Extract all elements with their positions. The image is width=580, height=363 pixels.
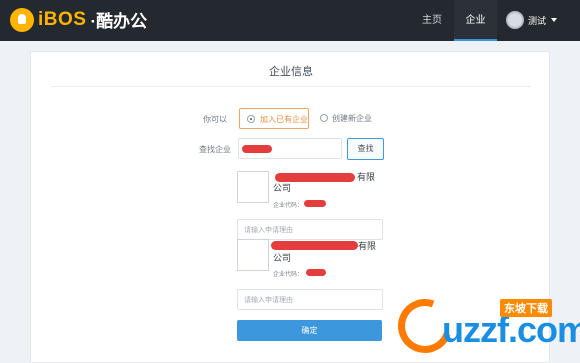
search-button[interactable]: 查找 (347, 138, 384, 160)
avatar (506, 11, 524, 29)
option-create-label: 创建新企业 (332, 114, 372, 123)
nav-company[interactable]: 企业 (454, 0, 497, 41)
nav-home[interactable]: 主页 (410, 0, 454, 41)
redaction-mark (304, 200, 326, 207)
page-title: 企业信息 (269, 66, 313, 78)
redaction-mark (242, 145, 272, 153)
chevron-down-icon (551, 18, 558, 22)
company-logo (237, 239, 269, 271)
site-watermark: uzzf.com 东坡下载 (389, 290, 580, 363)
choice-label: 你可以 (203, 115, 227, 124)
radio-icon[interactable] (320, 114, 328, 122)
reason-input[interactable]: 请输入申请理由 (237, 219, 383, 240)
redaction-mark (275, 173, 355, 182)
logo-text: iBOS (38, 8, 87, 30)
search-label: 查找企业 (199, 145, 231, 154)
company-name-suffix: 有限 (358, 241, 377, 251)
company-name-suffix: 有限 (357, 172, 376, 182)
watermark-tag: 东坡下载 (500, 299, 552, 317)
user-menu[interactable]: 测试 (506, 11, 558, 29)
logo-suffix: ·酷办公 (90, 12, 148, 31)
user-name: 测试 (528, 15, 547, 26)
redaction-mark (271, 241, 358, 250)
reason-placeholder: 请输入申请理由 (244, 227, 293, 234)
company-name-line2: 公司 (273, 253, 292, 263)
radio-icon[interactable] (247, 115, 255, 123)
lightbulb-icon (10, 7, 34, 32)
brand-logo[interactable]: iBOS ·酷办公 (10, 7, 147, 32)
confirm-button[interactable]: 确定 (237, 320, 382, 341)
company-code-label: 企业代码： (273, 203, 304, 209)
option-create-new[interactable]: 创建新企业 (320, 108, 400, 129)
reason-input[interactable]: 请输入申请理由 (237, 289, 383, 310)
divider (51, 86, 531, 87)
redaction-mark (306, 269, 326, 276)
company-code-label: 企业代码： (273, 272, 304, 278)
search-input[interactable] (238, 138, 342, 159)
top-navigation-bar: iBOS ·酷办公 主页 企业 测试 (0, 0, 580, 41)
reason-placeholder: 请输入申请理由 (244, 297, 293, 304)
option-join-existing[interactable]: 加入已有企业 (239, 108, 309, 129)
company-name-line2: 公司 (273, 183, 292, 193)
option-join-label: 加入已有企业 (260, 115, 308, 124)
company-logo (237, 171, 269, 203)
